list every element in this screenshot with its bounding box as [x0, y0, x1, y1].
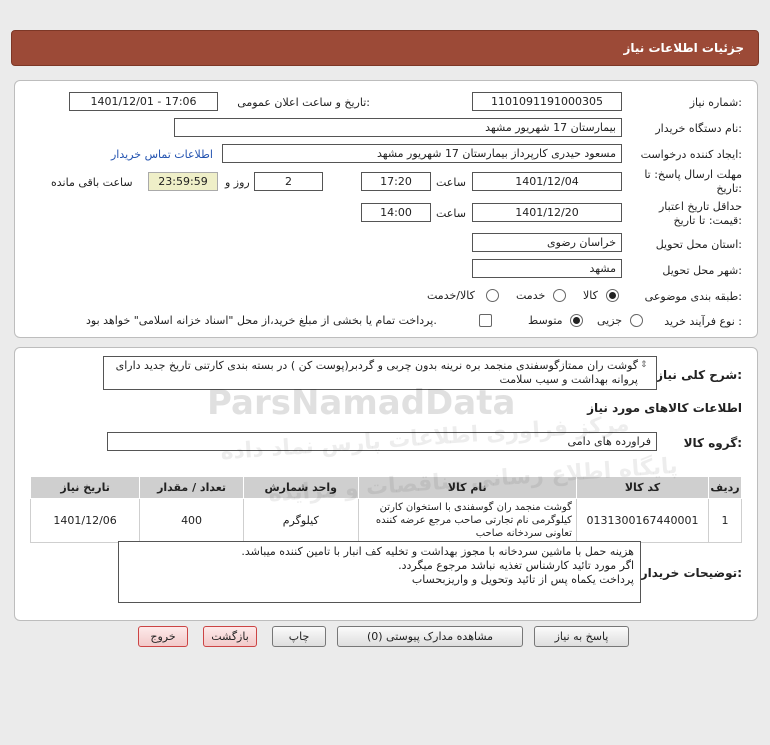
price-validity-label-date: قیمت: تا تاریخ:: [673, 214, 742, 227]
category-radio-service[interactable]: [553, 289, 566, 302]
remaining-days-field: 2: [254, 172, 323, 191]
price-validity-time-field: 14:00: [361, 203, 431, 222]
buyer-notes-line: هزینه حمل با ماشین سردخانه با مجوز بهداش…: [241, 545, 634, 558]
buyer-notes-label: توضیحات خریدار:: [640, 566, 742, 580]
buyer-org-label: نام دستگاه خریدار:: [655, 122, 742, 135]
purchase-type-option-minor: جزیی: [597, 314, 623, 327]
purchase-type-radio-minor[interactable]: [630, 314, 643, 327]
col-header-qty: تعداد / مقدار: [139, 476, 244, 499]
general-description-field: گوشت ران ممتازگوسفندی منجمد بره نرینه بد…: [103, 356, 657, 390]
reply-deadline-label-date: تاریخ:: [716, 182, 742, 195]
buyer-notes-field: هزینه حمل با ماشین سردخانه با مجوز بهداش…: [118, 541, 641, 603]
goods-info-title: اطلاعات کالاهای مورد نیاز: [587, 401, 742, 415]
treasury-note: پرداخت تمام یا بخشی از مبلغ خرید،از محل …: [86, 314, 437, 327]
resize-handle-icon[interactable]: ⇕: [640, 360, 648, 370]
buyer-notes-line: پرداخت یکماه پس از تائید وتحویل و واریزب…: [411, 573, 634, 586]
col-header-unit: واحد شمارش: [242, 476, 359, 499]
purchase-type-radio-medium[interactable]: [570, 314, 583, 327]
exit-button[interactable]: خروج: [138, 626, 188, 647]
buyer-contact-link[interactable]: اطلاعات تماس خریدار: [111, 148, 213, 161]
remaining-time-field: 23:59:59: [148, 172, 218, 191]
col-header-name: نام کالا: [357, 476, 577, 499]
col-header-row: ردیف: [708, 476, 742, 499]
category-radio-goods-service[interactable]: [486, 289, 499, 302]
city-field: مشهد: [472, 259, 622, 278]
back-button[interactable]: بازگشت: [203, 626, 257, 647]
requester-field: مسعود حیدری کارپرداز بیمارستان 17 شهریور…: [222, 144, 622, 163]
table-row[interactable]: 1 0131300167440001 گوشت منجمد ران گوسفند…: [29, 498, 742, 543]
category-option-service: خدمت: [516, 289, 546, 302]
need-number-field: 1101091191000305: [472, 92, 622, 111]
print-button[interactable]: چاپ: [272, 626, 326, 647]
price-validity-date-field: 1401/12/20: [472, 203, 622, 222]
reply-deadline-date-field: 1401/12/04: [472, 172, 622, 191]
city-label: شهر محل تحویل:: [662, 264, 742, 277]
reply-time-label: ساعت: [436, 176, 466, 189]
days-label: روز و: [225, 176, 250, 189]
buyer-org-field: بیمارستان 17 شهریور مشهد: [174, 118, 622, 137]
cell-row: 1: [708, 498, 742, 543]
remaining-time-label: ساعت باقی مانده: [51, 176, 133, 189]
buyer-notes-line: اگر مورد تائید کارشناس تغذیه نباشد مرجوع…: [398, 559, 634, 572]
cell-unit: کیلوگرم: [242, 498, 359, 543]
cell-date: 1401/12/06: [29, 498, 141, 543]
announce-datetime-label: تاریخ و ساعت اعلان عمومی:: [237, 96, 370, 109]
reply-deadline-label: مهلت ارسال پاسخ: تا: [644, 168, 742, 181]
price-validity-time-label: ساعت: [436, 207, 466, 220]
province-field: خراسان رضوی: [472, 233, 622, 252]
col-header-code: کد کالا: [575, 476, 710, 499]
cell-qty: 400: [139, 498, 244, 543]
announce-datetime-field: 1401/12/01 - 17:06: [69, 92, 218, 111]
col-header-date: تاریخ نیاز: [29, 476, 141, 499]
reply-to-need-button[interactable]: پاسخ به نیاز: [534, 626, 629, 647]
price-validity-label: حداقل تاریخ اعتبار: [658, 200, 742, 213]
category-option-goods-service: کالا/خدمت: [427, 289, 475, 302]
category-option-goods: کالا: [583, 289, 598, 302]
general-description-text: گوشت ران ممتازگوسفندی منجمد بره نرینه بد…: [115, 359, 638, 386]
table-header-row: ردیف کد کالا نام کالا واحد شمارش تعداد /…: [29, 476, 742, 499]
cell-code: 0131300167440001: [575, 498, 710, 543]
need-number-label: شماره نیاز:: [689, 96, 742, 109]
goods-table: ردیف کد کالا نام کالا واحد شمارش تعداد /…: [29, 476, 742, 543]
goods-group-field: فراورده های دامی: [107, 432, 657, 451]
reply-deadline-time-field: 17:20: [361, 172, 431, 191]
page-title: جزئیات اطلاعات نیاز: [623, 41, 744, 55]
requester-label: ایجاد کننده درخواست:: [640, 148, 742, 161]
cell-name: گوشت منجمد ران گوسفندی با استخوان کارتن …: [357, 498, 577, 543]
view-attachments-button[interactable]: مشاهده مدارک پیوستی (0): [337, 626, 523, 647]
treasury-checkbox[interactable]: [479, 314, 492, 327]
purchase-type-option-medium: متوسط: [528, 314, 563, 327]
general-description-label: شرح کلی نیاز:: [656, 368, 742, 382]
category-label: طبقه بندی موضوعی:: [644, 290, 742, 303]
goods-group-label: گروه کالا:: [683, 436, 742, 450]
page-header: جزئیات اطلاعات نیاز: [11, 30, 759, 66]
category-radio-goods[interactable]: [606, 289, 619, 302]
province-label: استان محل تحویل:: [655, 238, 742, 251]
purchase-type-label: نوع فرآیند خرید :: [664, 315, 742, 328]
